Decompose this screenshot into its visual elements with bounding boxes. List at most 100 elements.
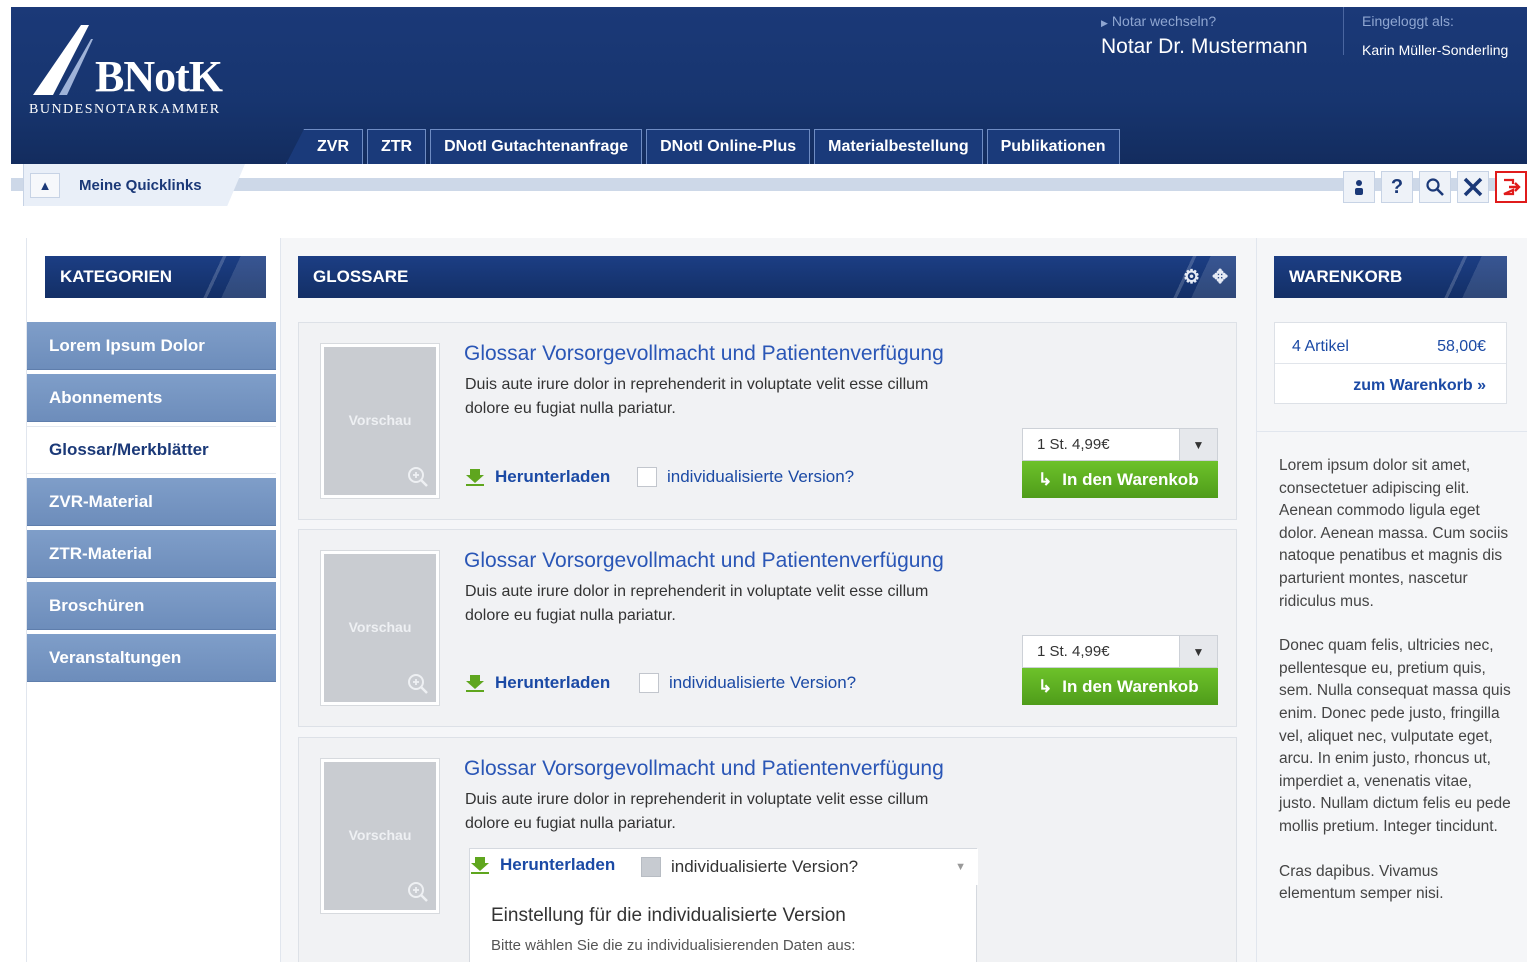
download-icon: [466, 675, 484, 692]
chevron-down-icon[interactable]: ▼: [1179, 429, 1217, 460]
category-abonnements[interactable]: Abonnements: [27, 374, 276, 422]
product-preview[interactable]: Vorschau: [320, 550, 440, 706]
logo-slash-icon: [33, 25, 93, 95]
notar-name: Notar Dr. Mustermann: [1101, 35, 1308, 58]
info-paragraph: Lorem ipsum dolor sit amet, consectetuer…: [1279, 457, 1509, 610]
download-icon: [466, 469, 484, 486]
download-icon: [471, 857, 489, 874]
glossare-title-label: GLOSSARE: [313, 267, 409, 286]
glossare-column: GLOSSARE ⚙ ✥ Vorschau Glossar Vorsorgevo…: [281, 238, 1256, 962]
categories-column: KATEGORIEN Lorem Ipsum Dolor Abonnements…: [26, 238, 281, 962]
header: BNotK BUNDESNOTARKAMMER ▶ Notar wechseln?…: [11, 7, 1527, 164]
header-divider: [1343, 7, 1344, 55]
logo-name: BNotK: [95, 52, 223, 101]
checkbox[interactable]: [641, 857, 661, 877]
main-nav: ZVR ZTR DNotI Gutachtenanfrage DNotI Onl…: [286, 129, 1120, 164]
individualized-toggle[interactable]: individualisierte Version? ▼: [627, 849, 978, 885]
product-card: Vorschau Glossar Vorsorgevollmacht und P…: [298, 322, 1237, 520]
add-to-cart-button[interactable]: ↳ In den Warenkob: [1022, 461, 1218, 498]
logout-icon[interactable]: [1495, 171, 1527, 203]
checkbox[interactable]: [639, 673, 659, 693]
divider: [1275, 363, 1506, 364]
add-to-cart-label: In den Warenkob: [1062, 676, 1199, 696]
tab-zvr[interactable]: ZVR: [286, 129, 363, 164]
category-glossar-merkblaetter[interactable]: Glossar/Merkblätter: [27, 426, 276, 474]
cart-total: 58,00€: [1437, 338, 1486, 355]
product-preview[interactable]: Vorschau: [320, 343, 440, 499]
product-title[interactable]: Glossar Vorsorgevollmacht und Patientenv…: [464, 757, 944, 781]
checkbox-label: individualisierte Version?: [671, 857, 859, 876]
go-to-cart-link[interactable]: zum Warenkorb »: [1353, 377, 1486, 395]
quicklinks-tab[interactable]: ▲ Meine Quicklinks: [23, 164, 245, 206]
product-card: Vorschau Glossar Vorsorgevollmacht und P…: [298, 529, 1237, 727]
cart-item-count[interactable]: 4 Artikel: [1292, 338, 1349, 356]
help-icon[interactable]: ?: [1381, 171, 1413, 203]
cart-info-text: Lorem ipsum dolor sit amet, consectetuer…: [1279, 455, 1511, 928]
buy-box: 1 St. 4,99€ ▼ ↳ In den Warenkob: [1022, 428, 1218, 498]
category-veranstaltungen[interactable]: Veranstaltungen: [27, 634, 276, 682]
individualized-checkbox[interactable]: individualisierte Version?: [639, 673, 856, 693]
category-broschueren[interactable]: Broschüren: [27, 582, 276, 630]
notar-switch-label: Notar wechseln?: [1111, 13, 1217, 29]
settings-icon[interactable]: [1457, 171, 1489, 203]
download-label: Herunterladen: [500, 855, 616, 874]
zoom-icon[interactable]: [407, 466, 429, 488]
add-to-cart-label: In den Warenkob: [1062, 469, 1199, 489]
move-icon[interactable]: ✥: [1212, 266, 1228, 289]
download-link[interactable]: Herunterladen: [465, 673, 610, 693]
individualization-panel: Herunterladen individualisierte Version?…: [469, 848, 978, 962]
logo-subtitle: BUNDESNOTARKAMMER: [29, 102, 221, 117]
cart-summary: 4 Artikel 58,00€ zum Warenkorb »: [1274, 322, 1507, 404]
buy-box: 1 St. 4,99€ ▼ ↳ In den Warenkob: [1022, 635, 1218, 705]
quantity-value: 1 St. 4,99€: [1037, 643, 1110, 660]
product-card: Vorschau Glossar Vorsorgevollmacht und P…: [298, 737, 1237, 962]
preview-label: Vorschau: [348, 619, 412, 635]
product-description: Duis aute irure dolor in reprehenderit i…: [465, 376, 929, 417]
search-icon[interactable]: [1419, 171, 1451, 203]
arrow-turn-icon: ↳: [1038, 676, 1053, 696]
collapse-up-icon[interactable]: ▲: [30, 173, 60, 198]
quantity-select[interactable]: 1 St. 4,99€ ▼: [1022, 428, 1218, 461]
gear-icon[interactable]: ⚙: [1183, 266, 1200, 289]
arrow-turn-icon: ↳: [1038, 469, 1053, 489]
divider: [1257, 431, 1527, 432]
add-to-cart-button[interactable]: ↳ In den Warenkob: [1022, 668, 1218, 705]
download-link[interactable]: Herunterladen: [465, 467, 610, 487]
quicklinks-bar: ▲ Meine Quicklinks ?: [11, 164, 1527, 224]
tab-publikationen[interactable]: Publikationen: [986, 129, 1120, 164]
zoom-icon[interactable]: [407, 673, 429, 695]
product-title[interactable]: Glossar Vorsorgevollmacht und Patientenv…: [464, 549, 944, 573]
toolbar-icons: ?: [1343, 171, 1527, 203]
category-lorem-ipsum-dolor[interactable]: Lorem Ipsum Dolor: [27, 322, 276, 370]
product-title[interactable]: Glossar Vorsorgevollmacht und Patientenv…: [464, 342, 944, 366]
categories-title: KATEGORIEN: [45, 256, 266, 298]
tab-materialbestellung[interactable]: Materialbestellung: [814, 129, 983, 164]
info-paragraph: Cras dapibus. Vivamus elementum semper n…: [1279, 862, 1444, 903]
product-description: Duis aute irure dolor in reprehenderit i…: [465, 791, 929, 832]
chevron-down-icon[interactable]: ▼: [1179, 636, 1217, 667]
user-icon[interactable]: [1343, 171, 1375, 203]
download-link[interactable]: Herunterladen: [470, 855, 615, 875]
tab-ztr[interactable]: ZTR: [367, 129, 427, 164]
bnotk-logo[interactable]: BNotK BUNDESNOTARKAMMER: [29, 25, 249, 125]
product-preview[interactable]: Vorschau: [320, 758, 440, 914]
quicklinks-label: Meine Quicklinks: [79, 177, 202, 194]
quickbar-strip: [11, 178, 1527, 191]
category-ztr-material[interactable]: ZTR-Material: [27, 530, 276, 578]
quantity-select[interactable]: 1 St. 4,99€ ▼: [1022, 635, 1218, 668]
checkbox[interactable]: [637, 467, 657, 487]
notar-switch-link[interactable]: ▶ Notar wechseln?: [1101, 13, 1216, 29]
individualization-subtext: Bitte wählen Sie die zu individualisiere…: [491, 937, 856, 954]
checkbox-label: individualisierte Version?: [667, 467, 855, 486]
categories-title-label: KATEGORIEN: [60, 267, 173, 286]
warenkorb-title-label: WARENKORB: [1289, 267, 1403, 286]
tab-dnoti-online-plus[interactable]: DNotI Online-Plus: [646, 129, 811, 164]
tab-dnoti-gutachtenanfrage[interactable]: DNotI Gutachtenanfrage: [430, 129, 643, 164]
chevron-down-icon[interactable]: ▼: [955, 861, 966, 873]
checkbox-label: individualisierte Version?: [669, 673, 857, 692]
login-user-name: Karin Müller-Sonderling: [1362, 42, 1509, 58]
individualization-heading: Einstellung für die individualisierte Ve…: [491, 905, 846, 926]
zoom-icon[interactable]: [407, 881, 429, 903]
category-zvr-material[interactable]: ZVR-Material: [27, 478, 276, 526]
individualized-checkbox[interactable]: individualisierte Version?: [637, 467, 854, 487]
